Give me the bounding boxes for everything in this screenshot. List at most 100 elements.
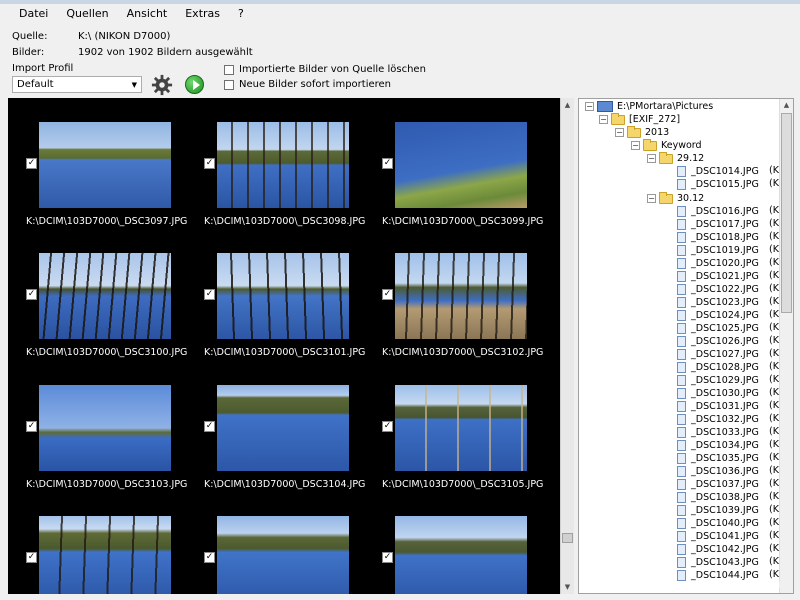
tree-file[interactable]: _DSC1024.JPG — [677, 309, 759, 322]
scroll-down-icon[interactable]: ▼ — [561, 580, 574, 594]
menu-quellen[interactable]: Quellen — [57, 4, 117, 24]
tree-file[interactable]: _DSC1019.JPG — [677, 244, 759, 257]
gallery-scrollbar[interactable]: ▲ ▼ — [560, 98, 574, 594]
collapse-icon[interactable]: − — [599, 115, 608, 124]
image-checkbox[interactable]: ✓ — [26, 289, 37, 300]
play-icon[interactable] — [185, 75, 204, 94]
collapse-icon[interactable]: − — [647, 194, 656, 203]
collapse-icon[interactable]: − — [647, 154, 656, 163]
folder-icon — [627, 125, 641, 138]
tree-file[interactable]: _DSC1030.JPG — [677, 387, 759, 400]
tree-scrollbar[interactable]: ▲ — [779, 99, 793, 593]
image-checkbox[interactable]: ✓ — [382, 289, 393, 300]
image-thumbnail[interactable] — [217, 516, 349, 594]
menu-datei[interactable]: Datei — [10, 4, 57, 24]
image-thumbnail[interactable] — [395, 516, 527, 594]
tree-file[interactable]: _DSC1036.JPG — [677, 465, 759, 478]
image-checkbox[interactable]: ✓ — [382, 552, 393, 563]
image-checkbox[interactable]: ✓ — [204, 552, 215, 563]
image-file-icon — [677, 336, 686, 347]
image-thumbnail[interactable] — [39, 253, 171, 339]
tree-file[interactable]: _DSC1043.JPG — [677, 556, 759, 569]
image-thumbnail[interactable] — [395, 122, 527, 208]
tree-node-date-2[interactable]: − 30.12 — [647, 191, 704, 205]
image-file-icon — [677, 375, 686, 386]
image-file-icon — [677, 271, 686, 282]
tree-node-keyword[interactable]: − Keyword — [631, 138, 702, 152]
tree-file[interactable]: _DSC1033.JPG — [677, 426, 759, 439]
image-thumbnail[interactable] — [39, 516, 171, 594]
image-checkbox[interactable]: ✓ — [382, 421, 393, 432]
tree-file[interactable]: _DSC1017.JPG — [677, 218, 759, 231]
tree-file[interactable]: _DSC1040.JPG — [677, 517, 759, 530]
tree-file[interactable]: _DSC1027.JPG — [677, 348, 759, 361]
tree-file[interactable]: _DSC1018.JPG — [677, 231, 759, 244]
scroll-up-icon[interactable]: ▲ — [561, 98, 574, 112]
image-caption: K:\DCIM\103D7000\_DSC3105.JPG — [382, 479, 544, 490]
watermark-logo: LO4D.com — [694, 576, 782, 592]
image-file-icon — [677, 466, 686, 477]
image-checkbox[interactable]: ✓ — [204, 289, 215, 300]
import-immediately-checkbox[interactable] — [224, 79, 234, 90]
import-profile-select[interactable]: Default ▼ — [12, 76, 142, 93]
tree-file[interactable]: _DSC1035.JPG — [677, 452, 759, 465]
tree-file[interactable]: _DSC1022.JPG — [677, 283, 759, 296]
tree-file[interactable]: _DSC1031.JPG — [677, 400, 759, 413]
tree-node-date-1[interactable]: − 29.12 — [647, 151, 704, 165]
image-checkbox[interactable]: ✓ — [204, 421, 215, 432]
image-thumbnail[interactable] — [217, 385, 349, 471]
image-thumbnail[interactable] — [395, 253, 527, 339]
image-checkbox[interactable]: ✓ — [26, 552, 37, 563]
tree-file[interactable]: _DSC1025.JPG — [677, 322, 759, 335]
tree-file[interactable]: _DSC1041.JPG — [677, 530, 759, 543]
scroll-up-icon[interactable]: ▲ — [780, 99, 793, 112]
tree-file[interactable]: _DSC1038.JPG — [677, 491, 759, 504]
option-delete-imported[interactable]: Importierte Bilder von Quelle löschen — [224, 64, 426, 75]
image-file-icon — [677, 349, 686, 360]
delete-imported-checkbox[interactable] — [224, 64, 234, 75]
image-thumbnail[interactable] — [39, 122, 171, 208]
menu-extras[interactable]: Extras — [176, 4, 229, 24]
image-file-icon — [677, 414, 686, 425]
image-thumbnail[interactable] — [217, 253, 349, 339]
image-checkbox[interactable]: ✓ — [26, 421, 37, 432]
image-checkbox[interactable]: ✓ — [382, 158, 393, 169]
tree-file[interactable]: _DSC1034.JPG — [677, 439, 759, 452]
scrollbar-thumb[interactable] — [562, 533, 573, 543]
image-file-icon — [677, 166, 686, 177]
collapse-icon[interactable]: − — [615, 128, 624, 137]
source-label: Quelle: — [12, 31, 48, 42]
image-file-icon — [677, 453, 686, 464]
tree-file[interactable]: _DSC1021.JPG — [677, 270, 759, 283]
tree-file[interactable]: _DSC1028.JPG — [677, 361, 759, 374]
tree-node-exif[interactable]: − [EXIF_272] — [599, 112, 680, 126]
tree-file[interactable]: _DSC1026.JPG — [677, 335, 759, 348]
option-import-immediately[interactable]: Neue Bilder sofort importieren — [224, 79, 391, 90]
image-file-icon — [677, 219, 686, 230]
menu-ansicht[interactable]: Ansicht — [118, 4, 177, 24]
menu-help[interactable]: ? — [229, 4, 253, 24]
tree-file[interactable]: _DSC1029.JPG — [677, 374, 759, 387]
image-checkbox[interactable]: ✓ — [26, 158, 37, 169]
scrollbar-thumb[interactable] — [781, 113, 792, 313]
tree-file[interactable]: _DSC1039.JPG — [677, 504, 759, 517]
tree-file[interactable]: _DSC1037.JPG — [677, 478, 759, 491]
gear-icon[interactable] — [151, 74, 173, 96]
tree-root[interactable]: − E:\PMortara\Pictures — [585, 100, 713, 113]
tree-file[interactable]: _DSC1023.JPG — [677, 296, 759, 309]
tree-node-year[interactable]: − 2013 — [615, 125, 669, 139]
image-file-icon — [677, 440, 686, 451]
tree-file[interactable]: _DSC1042.JPG — [677, 543, 759, 556]
image-checkbox[interactable]: ✓ — [204, 158, 215, 169]
tree-file[interactable]: _DSC1015.JPG — [677, 178, 759, 191]
image-thumbnail[interactable] — [395, 385, 527, 471]
image-thumbnail[interactable] — [217, 122, 349, 208]
tree-file[interactable]: _DSC1020.JPG — [677, 257, 759, 270]
tree-file[interactable]: _DSC1014.JPG — [677, 165, 759, 178]
collapse-icon[interactable]: − — [631, 141, 640, 150]
collapse-icon[interactable]: − — [585, 102, 594, 111]
image-caption: K:\DCIM\103D7000\_DSC3097.JPG — [26, 216, 188, 227]
image-thumbnail[interactable] — [39, 385, 171, 471]
tree-file[interactable]: _DSC1016.JPG — [677, 205, 759, 218]
tree-file[interactable]: _DSC1032.JPG — [677, 413, 759, 426]
